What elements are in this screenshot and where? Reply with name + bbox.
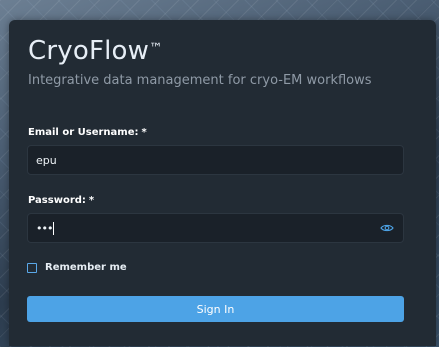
eye-icon[interactable] xyxy=(380,223,394,233)
sign-in-button[interactable]: Sign In xyxy=(27,296,404,322)
password-input[interactable]: ••• xyxy=(27,213,404,243)
remember-checkbox[interactable] xyxy=(27,262,37,273)
remember-label: Remember me xyxy=(45,262,127,273)
sign-in-label: Sign In xyxy=(196,302,235,316)
tagline: Integrative data management for cryo-EM … xyxy=(28,73,372,88)
password-label-text: Password: xyxy=(28,195,86,206)
username-label-text: Email or Username: xyxy=(28,127,139,138)
text-caret xyxy=(53,221,55,235)
username-label: Email or Username: * xyxy=(28,127,147,138)
password-label: Password: * xyxy=(28,195,94,206)
trademark-symbol: ™ xyxy=(149,41,163,57)
username-value: epu xyxy=(36,153,57,167)
required-asterisk: * xyxy=(141,127,147,138)
remember-me[interactable]: Remember me xyxy=(27,262,127,273)
username-input[interactable]: epu xyxy=(27,145,404,175)
brand-name: CryoFlow xyxy=(28,36,150,66)
password-masked-value: ••• xyxy=(36,221,53,235)
app-title: CryoFlow™ xyxy=(28,36,162,66)
required-asterisk: * xyxy=(88,195,95,206)
